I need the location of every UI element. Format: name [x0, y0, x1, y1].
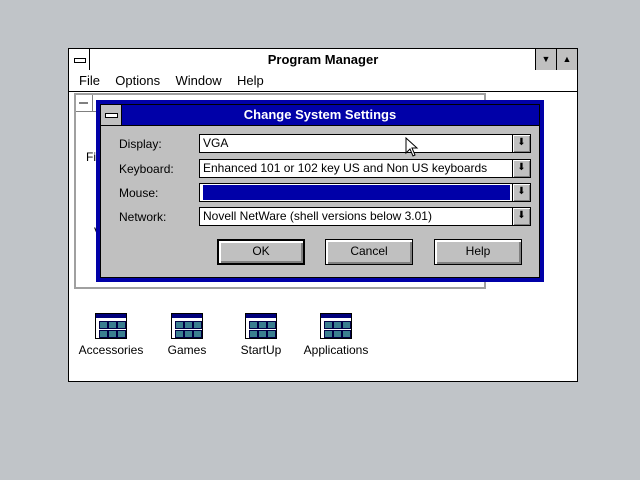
group-icon-label: Accessories — [78, 343, 144, 357]
group-icon-applications[interactable]: Applications — [296, 313, 376, 357]
group-icon-label: Applications — [303, 343, 369, 357]
display-label: Display: — [119, 137, 162, 151]
menu-help[interactable]: Help — [231, 71, 270, 91]
dialog-title-bar[interactable]: Change System Settings — [101, 105, 539, 126]
down-arrow-icon[interactable]: ⬇ — [512, 208, 530, 225]
menu-bar: File Options Window Help — [69, 71, 577, 92]
program-group-icon — [171, 313, 203, 339]
program-manager-title-bar[interactable]: Program Manager ▼ ▲ — [69, 49, 577, 72]
display-value: VGA — [203, 136, 229, 150]
menu-window[interactable]: Window — [169, 71, 227, 91]
mouse-label: Mouse: — [119, 186, 159, 200]
down-arrow-icon[interactable]: ⬇ — [512, 135, 530, 152]
program-group-icon — [245, 313, 277, 339]
help-button[interactable]: Help — [434, 239, 522, 265]
down-arrow-icon[interactable]: ⬇ — [512, 160, 530, 177]
change-system-settings-dialog: Change System Settings Display: VGA ⬇ Ke… — [96, 100, 544, 282]
down-arrow-icon[interactable]: ⬇ — [512, 184, 530, 201]
menu-file[interactable]: File — [69, 71, 106, 91]
group-icon-label: StartUp — [240, 343, 282, 357]
group-icon-accessories[interactable]: Accessories — [71, 313, 151, 357]
maximize-icon[interactable]: ▲ — [556, 49, 577, 70]
dialog-frame: Change System Settings Display: VGA ⬇ Ke… — [100, 104, 540, 278]
group-icon-games[interactable]: Games — [147, 313, 227, 357]
mouse-value — [203, 185, 510, 200]
cancel-button[interactable]: Cancel — [325, 239, 413, 265]
network-combo[interactable]: Novell NetWare (shell versions below 3.0… — [199, 207, 531, 226]
network-value: Novell NetWare (shell versions below 3.0… — [203, 209, 432, 223]
program-group-icon — [95, 313, 127, 339]
dialog-title: Change System Settings — [243, 107, 397, 122]
keyboard-value: Enhanced 101 or 102 key US and Non US ke… — [203, 161, 488, 175]
mouse-pointer-icon — [405, 137, 419, 157]
program-group-icon — [320, 313, 352, 339]
menu-options[interactable]: Options — [109, 71, 166, 91]
network-label: Network: — [119, 210, 167, 224]
ok-button[interactable]: OK — [217, 239, 305, 265]
system-menu-icon[interactable] — [101, 105, 122, 125]
group-icon-label: Games — [167, 343, 207, 357]
program-manager-title: Program Manager — [267, 52, 379, 67]
minimize-icon[interactable]: ▼ — [535, 49, 556, 70]
mouse-combo[interactable]: ⬇ — [199, 183, 531, 202]
group-system-menu-icon[interactable] — [76, 95, 93, 111]
display-combo[interactable]: VGA ⬇ — [199, 134, 531, 153]
keyboard-label: Keyboard: — [119, 162, 174, 176]
system-menu-icon[interactable] — [69, 49, 90, 70]
keyboard-combo[interactable]: Enhanced 101 or 102 key US and Non US ke… — [199, 159, 531, 178]
group-icon-startup[interactable]: StartUp — [221, 313, 301, 357]
